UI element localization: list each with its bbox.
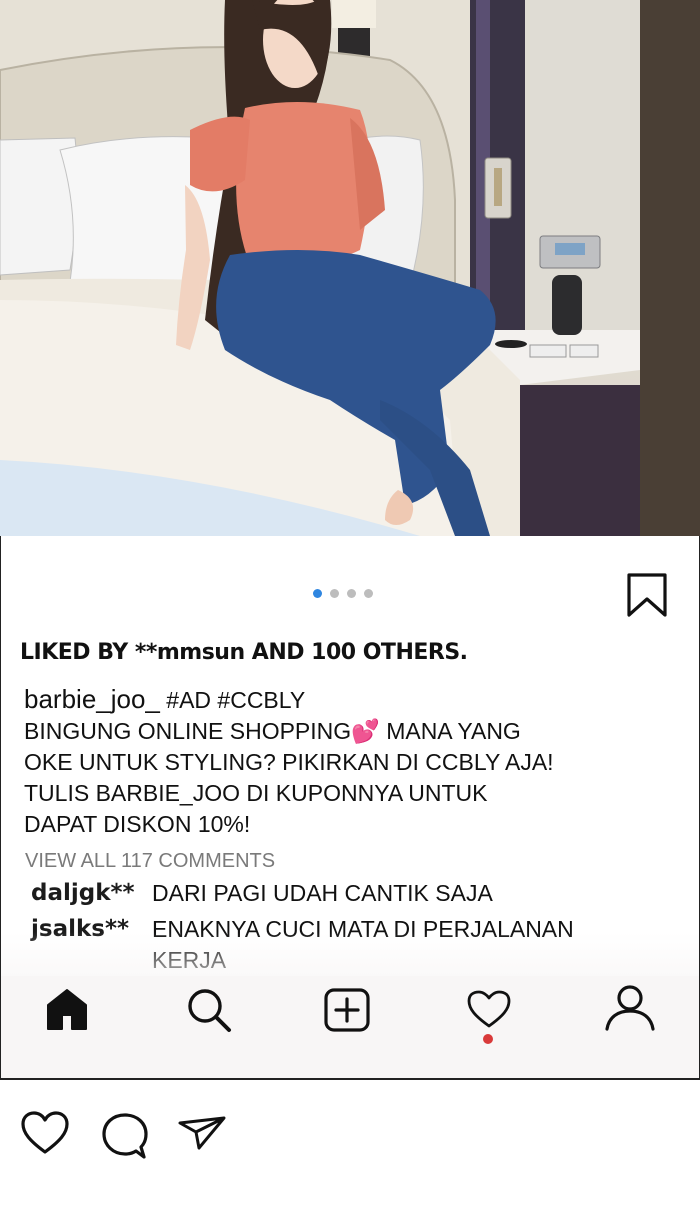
caption-line: BINGUNG ONLINE SHOPPING💕 MANA YANG bbox=[24, 718, 521, 744]
search-icon[interactable] bbox=[185, 986, 233, 1034]
post-image[interactable] bbox=[0, 0, 700, 536]
post-caption: barbie_joo_ #AD #CCBLY BINGUNG ONLINE SH… bbox=[24, 684, 624, 840]
likes-summary[interactable]: LIKED BY **mmsun AND 100 OTHERS. bbox=[20, 640, 468, 665]
caption-line: DAPAT DISKON 10%! bbox=[24, 811, 251, 837]
caption-line: OKE UNTUK STYLING? PIKIRKAN DI CCBLY AJA… bbox=[24, 749, 554, 775]
profile-icon[interactable] bbox=[604, 984, 656, 1032]
bedroom-illustration bbox=[0, 0, 700, 536]
comment-text: DARI PAGI UDAH CANTIK SAJA bbox=[152, 880, 493, 906]
paper-plane-icon[interactable] bbox=[177, 1115, 227, 1151]
view-all-comments-link[interactable]: VIEW ALL 117 COMMENTS bbox=[25, 850, 275, 873]
heart-icon[interactable] bbox=[466, 989, 512, 1029]
bookmark-icon[interactable] bbox=[626, 572, 668, 618]
carousel-dot-active bbox=[313, 589, 322, 598]
post-card: LIKED BY **mmsun AND 100 OTHERS. barbie_… bbox=[0, 536, 700, 1159]
carousel-indicator bbox=[313, 589, 373, 598]
comment-username[interactable]: daljgk** bbox=[31, 878, 135, 909]
carousel-dot bbox=[330, 589, 339, 598]
home-icon[interactable] bbox=[44, 987, 90, 1031]
notification-dot bbox=[483, 1034, 493, 1044]
speech-bubble-icon[interactable] bbox=[100, 1111, 150, 1159]
add-post-icon[interactable] bbox=[323, 987, 371, 1033]
heart-outline-icon[interactable] bbox=[20, 1110, 70, 1156]
caption-line: TULIS BARBIE_JOO DI KUPONNYA UNTUK bbox=[24, 780, 488, 806]
caption-username[interactable]: barbie_joo_ bbox=[24, 684, 160, 714]
carousel-dot bbox=[347, 589, 356, 598]
carousel-dot bbox=[364, 589, 373, 598]
caption-hashtags[interactable]: #AD #CCBLY bbox=[166, 687, 305, 713]
